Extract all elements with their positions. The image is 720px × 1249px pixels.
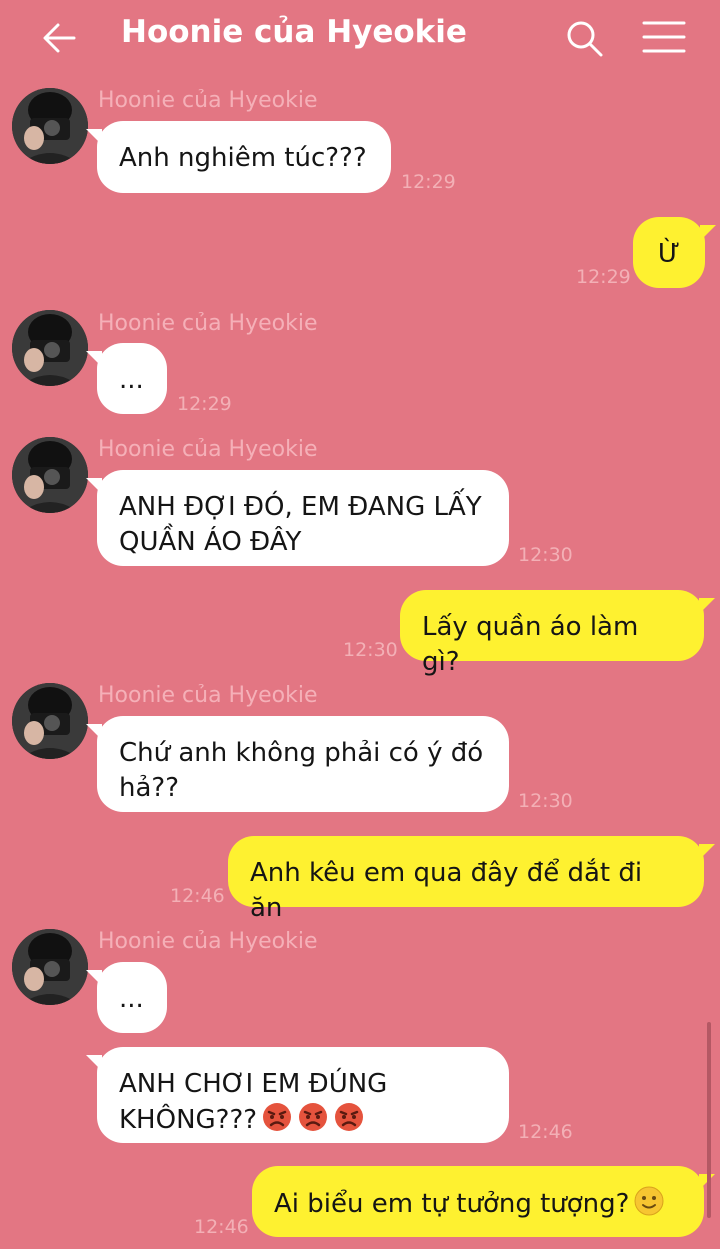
contact-avatar[interactable] — [12, 437, 88, 513]
sender-name: Hoonie của Hyeokie — [98, 88, 318, 113]
contact-avatar[interactable] — [12, 88, 88, 164]
angry-face-emoji — [333, 1102, 365, 1142]
sender-name: Hoonie của Hyeokie — [98, 311, 318, 336]
message-time: 12:29 — [177, 393, 232, 415]
message-time: 12:30 — [343, 639, 398, 661]
search-icon[interactable] — [564, 18, 604, 58]
message-time: 12:30 — [518, 544, 573, 566]
message-time: 12:30 — [518, 790, 573, 812]
hamburger-menu-icon[interactable] — [642, 20, 686, 54]
outgoing-message[interactable]: Anh kêu em qua đây để dắt đi ăn — [228, 836, 715, 923]
message-time: 12:46 — [518, 1121, 573, 1143]
back-arrow-icon[interactable] — [40, 18, 80, 58]
message-time: 12:46 — [194, 1216, 249, 1238]
outgoing-message[interactable]: Lấy quần áo làm gì? — [400, 590, 715, 677]
outgoing-message[interactable]: Ai biểu em tự tưởng tượng? — [252, 1166, 715, 1237]
chat-title: Hoonie của Hyeokie — [121, 14, 467, 50]
message-time: 12:29 — [401, 171, 456, 193]
sender-name: Hoonie của Hyeokie — [98, 929, 318, 954]
angry-face-emoji — [297, 1102, 329, 1142]
contact-avatar[interactable] — [12, 929, 88, 1005]
sender-name: Hoonie của Hyeokie — [98, 437, 318, 462]
incoming-message[interactable]: Anh nghiêm túc??? — [86, 121, 391, 193]
scrollbar[interactable] — [707, 1022, 711, 1218]
incoming-message[interactable]: ANH CHƠI EM ĐÚNG KHÔNG??? — [86, 1047, 509, 1143]
contact-avatar[interactable] — [12, 310, 88, 386]
incoming-message[interactable]: ANH ĐỢI ĐÓ, EM ĐANG LẤY QUẦN ÁO ĐÂY — [86, 470, 509, 566]
chat-header: Hoonie của Hyeokie — [0, 0, 720, 76]
contact-avatar[interactable] — [12, 683, 88, 759]
outgoing-message[interactable]: Ừ — [633, 217, 716, 288]
slight-smile-emoji — [633, 1186, 665, 1226]
message-time: 12:29 — [576, 266, 631, 288]
sender-name: Hoonie của Hyeokie — [98, 683, 318, 708]
incoming-message[interactable]: Chứ anh không phải có ý đó hả?? — [86, 716, 509, 812]
angry-face-emoji — [261, 1102, 293, 1142]
incoming-message[interactable]: ... — [86, 962, 167, 1033]
message-time: 12:46 — [170, 885, 225, 907]
incoming-message[interactable]: ... — [86, 343, 167, 414]
message-text: Ai biểu em tự tưởng tượng? — [274, 1189, 630, 1219]
